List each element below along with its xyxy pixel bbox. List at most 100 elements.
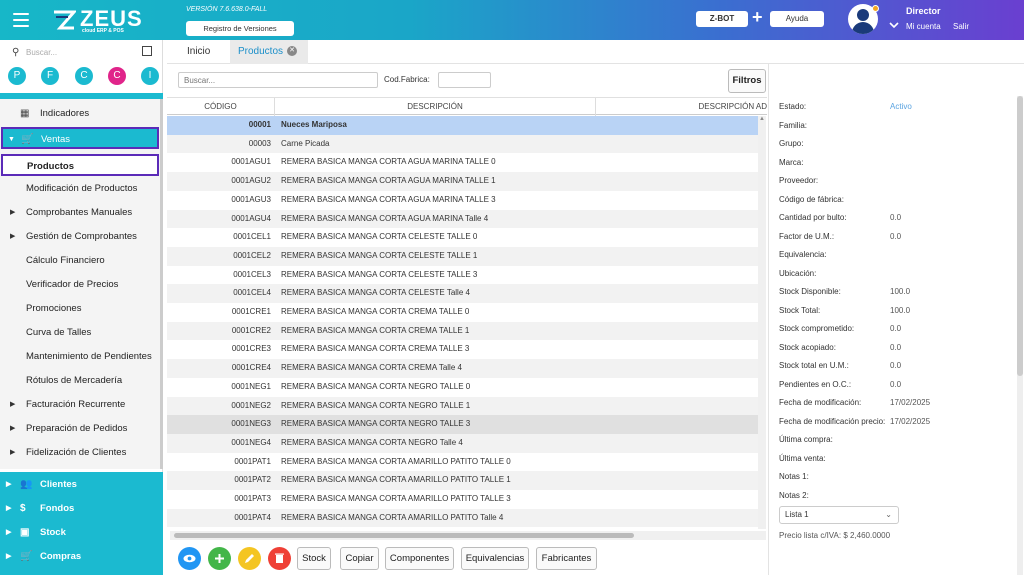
shortcut-c[interactable]: C [75,67,93,85]
table-row[interactable]: 0001CRE1 REMERA BASICA MANGA CORTA CREMA … [167,303,759,322]
column-header-descripcion[interactable]: DESCRIPCIÓN [275,98,596,116]
sidebar-item-indicadores[interactable]: ▦ Indicadores [0,103,160,125]
table-horizontal-scrollbar[interactable] [170,531,766,540]
close-icon[interactable]: ✕ [287,46,298,57]
sidebar-item-gestion-comprobantes[interactable]: ▶ Gestión de Comprobantes [0,226,160,248]
table-row[interactable]: 00003 Carne Picada [167,134,759,154]
table-row[interactable]: 0001AGU2 REMERA BASICA MANGA CORTA AGUA M… [167,172,759,191]
caret-right-icon: ▶ [10,233,16,240]
sidebar-search[interactable]: ⚲ Buscar... [12,46,152,60]
table-row[interactable]: 0001NEG4 REMERA BASICA MANGA CORTA NEGRO … [167,433,759,453]
add-button[interactable] [208,547,231,570]
sidebar-item-productos[interactable]: Productos [1,154,159,176]
table-row[interactable]: 0001AGU1 REMERA BASICA MANGA CORTA AGUA M… [167,153,759,172]
table-row[interactable]: 0001CEL2 REMERA BASICA MANGA CORTA CELEST… [167,246,759,266]
cell-descripcion: REMERA BASICA MANGA CORTA AMARILLO PATIT… [281,456,511,466]
table-row[interactable]: 0001CRE4 REMERA BASICA MANGA CORTA CREMA … [167,359,759,378]
tab-productos[interactable]: Productos ✕ [230,40,308,64]
search-input[interactable] [178,72,378,88]
table-row[interactable]: 0001CRE2 REMERA BASICA MANGA CORTA CREMA … [167,321,759,341]
expand-icon[interactable] [142,46,152,56]
hamburger-menu-icon[interactable] [13,13,29,27]
delete-button[interactable] [268,547,291,570]
table-row[interactable]: 0001NEG3 REMERA BASICA MANGA CORTA NEGRO … [167,415,759,434]
sidebar-search-input[interactable]: Buscar... [26,48,57,57]
table-vertical-scrollbar[interactable]: ▲ [758,116,766,529]
lista-select[interactable]: Lista 1 ⌄ [779,506,899,524]
tab-inicio[interactable]: Inicio [179,40,218,64]
detail-label: Proveedor: [779,176,819,185]
mi-cuenta-link[interactable]: Mi cuenta [906,22,941,31]
stock-button[interactable]: Stock [297,547,331,570]
sidebar-item-ventas[interactable]: ▼ 🛒 Ventas [1,127,159,149]
ayuda-button[interactable]: Ayuda [770,11,824,27]
sidebar-item-modificacion-productos[interactable]: Modificación de Productos [0,178,160,200]
sidebar-scrollbar[interactable] [160,99,163,469]
zbot-button[interactable]: Z-BOT [696,11,748,27]
sidebar-item-clientes[interactable]: ▶ 👥 Clientes [0,474,160,496]
detail-label: Fecha de modificación precio: [779,416,886,426]
cell-codigo: 0001AGU1 [231,157,271,167]
chevron-down-icon[interactable] [889,20,899,30]
sidebar-item-compras[interactable]: ▶ 🛒 Compras [0,546,160,568]
zeus-logo[interactable]: ZEUS cloud ERP & POS [52,6,142,36]
table-row[interactable]: 0001CEL3 REMERA BASICA MANGA CORTA CELEST… [167,266,759,285]
scroll-thumb[interactable] [174,533,634,538]
sidebar-item-stock[interactable]: ▶ ▣ Stock [0,522,160,544]
caret-right-icon: ▶ [6,481,12,488]
copiar-button[interactable]: Copiar [340,547,379,570]
sidebar-item-facturacion-recurrente[interactable]: ▶ Facturación Recurrente [0,394,160,416]
table-row[interactable]: 0001AGU4 REMERA BASICA MANGA CORTA AGUA M… [167,209,759,229]
table-row[interactable]: 00001 Nueces Mariposa [167,116,759,135]
tab-label: Inicio [187,46,211,57]
sidebar-item-fondos[interactable]: ▶ $ Fondos [0,498,160,520]
sidebar-item-label: Facturación Recurrente [26,399,126,410]
table-row[interactable]: 0001CRE3 REMERA BASICA MANGA CORTA CREMA … [167,340,759,359]
table-row[interactable]: 0001NEG2 REMERA BASICA MANGA CORTA NEGRO … [167,396,759,416]
salir-link[interactable]: Salir [953,22,969,31]
table-row[interactable]: 0001PAT4 REMERA BASICA MANGA CORTA AMARIL… [167,508,759,528]
codfab-input[interactable] [438,72,491,88]
cell-codigo: 0001PAT3 [234,494,271,503]
table-row[interactable]: 0001PAT3 REMERA BASICA MANGA CORTA AMARIL… [167,490,759,509]
sidebar-item-mantenimiento-pendientes[interactable]: Mantenimiento de Pendientes [0,346,160,368]
table-row[interactable]: 0001PAT2 REMERA BASICA MANGA CORTA AMARIL… [167,471,759,490]
shortcut-p[interactable]: P [8,67,26,85]
shortcut-i[interactable]: I [141,67,159,85]
view-button[interactable] [178,547,201,570]
sidebar-item-curva-talles[interactable]: Curva de Talles [0,322,160,344]
shortcut-c2[interactable]: C [108,67,126,85]
sidebar-item-comprobantes-manuales[interactable]: ▶ Comprobantes Manuales [0,202,160,224]
fabricantes-button[interactable]: Fabricantes [536,547,597,570]
edit-button[interactable] [238,547,261,570]
shortcut-f[interactable]: F [41,67,59,85]
detail-label: Stock Total: [779,305,821,315]
filtros-button[interactable]: Filtros [728,69,766,93]
table-row[interactable]: 0001AGU3 REMERA BASICA MANGA CORTA AGUA M… [167,191,759,210]
cell-codigo: 0001NEG1 [231,381,271,391]
table-row[interactable]: 0001NEG1 REMERA BASICA MANGA CORTA NEGRO … [167,378,759,397]
detail-scrollbar[interactable] [1017,96,1023,575]
scroll-up-icon[interactable]: ▲ [759,116,765,122]
detail-value: Activo [890,102,912,111]
registro-versiones-button[interactable]: Registro de Versiones [186,21,294,36]
componentes-button[interactable]: Componentes [385,547,454,570]
sidebar-item-verificador-precios[interactable]: Verificador de Precios [0,274,160,296]
equivalencias-button[interactable]: Equivalencias [461,547,529,570]
sidebar-item-label: Preparación de Pedidos [26,423,128,434]
cell-codigo: 0001CRE3 [231,344,271,354]
column-header-descripcion-ad[interactable]: DESCRIPCIÓN AD [596,98,767,116]
table-row[interactable]: 0001CEL1 REMERA BASICA MANGA CORTA CELEST… [167,228,759,247]
sidebar-item-rotulos-mercaderia[interactable]: Rótulos de Mercadería [0,370,160,392]
detail-value: 100.0 [890,305,911,315]
cell-descripcion: REMERA BASICA MANGA CORTA AGUA MARINA TA… [281,157,496,167]
sidebar-item-calculo-financiero[interactable]: Cálculo Financiero [0,250,160,272]
sidebar-item-promociones[interactable]: Promociones [0,298,160,320]
scroll-thumb[interactable] [1017,96,1023,376]
sidebar-item-fidelizacion-clientes[interactable]: ▶ Fidelización de Clientes [0,442,160,464]
column-header-codigo[interactable]: CÓDIGO [167,98,275,116]
table-row[interactable]: 0001PAT1 REMERA BASICA MANGA CORTA AMARIL… [167,453,759,472]
sidebar-item-preparacion-pedidos[interactable]: ▶ Preparación de Pedidos [0,418,160,440]
table-row[interactable]: 0001CEL4 REMERA BASICA MANGA CORTA CELEST… [167,284,759,303]
products-table: CÓDIGO DESCRIPCIÓN DESCRIPCIÓN AD 00001 N… [167,97,767,529]
